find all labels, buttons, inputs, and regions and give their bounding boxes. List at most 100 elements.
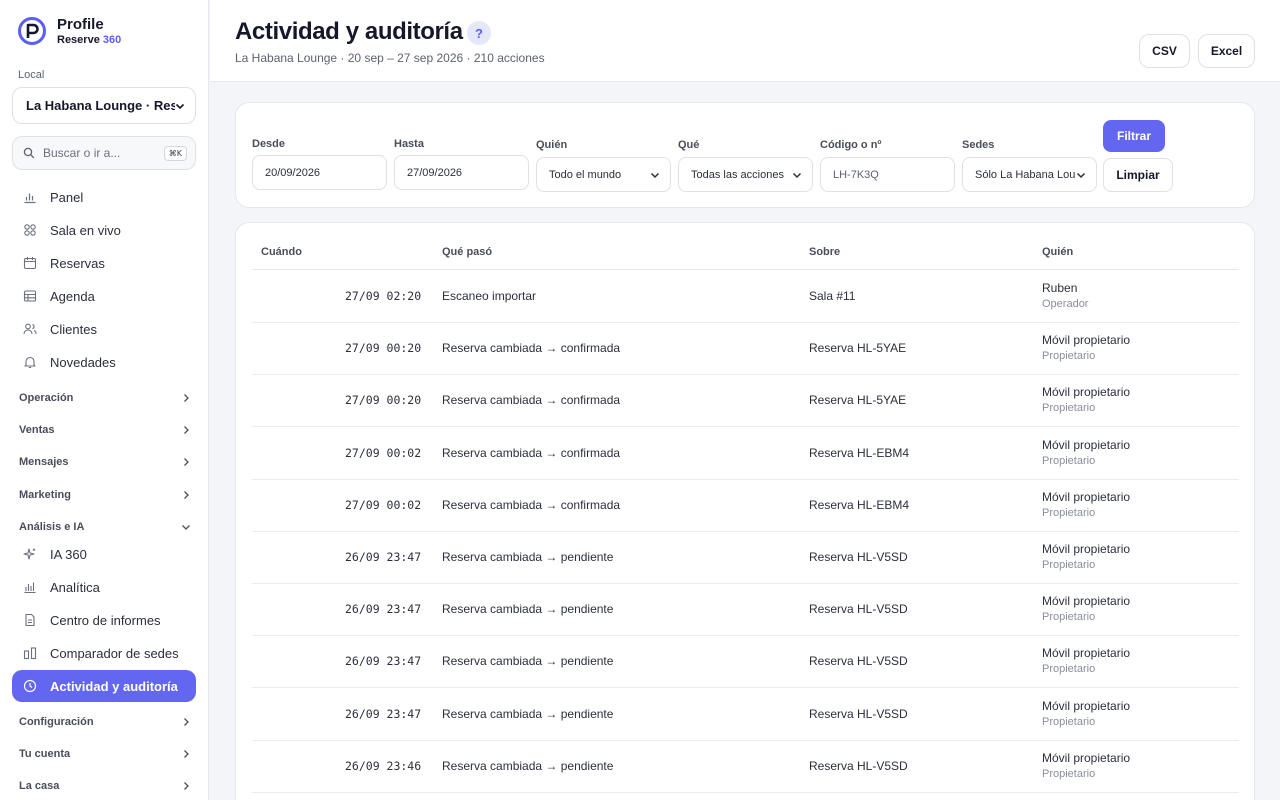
cell-who-role: Propietario <box>1042 611 1096 623</box>
sidebar-item-label: Analítica <box>50 579 100 595</box>
cell-when: 26/09 23:47 <box>345 707 422 721</box>
hasta-label: Hasta <box>394 138 424 150</box>
sidebar-item-panel[interactable]: Panel <box>12 181 196 213</box>
quien-label: Quién <box>536 139 568 151</box>
section-operacion[interactable]: Operación <box>19 388 191 408</box>
que-value: Todas las acciones <box>691 168 784 181</box>
section-marketing[interactable]: Marketing <box>19 485 191 505</box>
sidebar-item-sala-en-vivo[interactable]: Sala en vivo <box>12 214 196 246</box>
export-csv-button[interactable]: CSV <box>1139 34 1190 68</box>
column-header-quien[interactable]: Quién <box>1042 246 1073 258</box>
cell-who-role: Operador <box>1042 298 1089 310</box>
codigo-input[interactable]: LH-7K3Q <box>820 157 955 192</box>
page-header: Actividad y auditoría ? La Habana Lounge… <box>210 0 1280 82</box>
brand[interactable]: Profile Reserve 360 <box>17 16 121 46</box>
sidebar-item-agenda[interactable]: Agenda <box>12 280 196 312</box>
table-row[interactable]: 26/09 23:47 Reserva cambiada → pendiente R… <box>252 532 1239 584</box>
desde-date-input[interactable]: 20/09/2026 <box>252 155 387 190</box>
section-configuracion[interactable]: Configuración <box>19 712 191 732</box>
cell-when: 26/09 23:47 <box>345 602 422 616</box>
brand-name: Profile <box>57 15 104 33</box>
que-label: Qué <box>678 139 700 151</box>
cell-who-name: Ruben <box>1042 281 1078 295</box>
cell-who-role: Propietario <box>1042 455 1096 467</box>
sidebar-item-reservas[interactable]: Reservas <box>12 247 196 279</box>
chevron-right-icon <box>184 458 189 466</box>
section-ventas[interactable]: Ventas <box>19 420 191 440</box>
cell-when: 26/09 23:47 <box>345 550 422 564</box>
column-header-sobre[interactable]: Sobre <box>809 246 840 258</box>
section-label: Configuración <box>19 716 94 728</box>
cell-who-role: Propietario <box>1042 559 1096 571</box>
que-select[interactable]: Todas las acciones <box>678 157 813 192</box>
table-row[interactable]: 27/09 00:20 Reserva cambiada → confirmada… <box>252 375 1239 427</box>
chart-bar-icon <box>24 193 36 204</box>
limpiar-button[interactable]: Limpiar <box>1103 158 1173 192</box>
local-select[interactable]: La Habana Lounge · Rest <box>12 87 196 124</box>
sidebar-item-label: IA 360 <box>50 546 87 562</box>
export-excel-button[interactable]: Excel <box>1198 34 1255 68</box>
section-label: La casa <box>19 780 60 792</box>
table-row[interactable]: 26/09 23:47 Reserva cambiada → pendiente R… <box>252 636 1239 688</box>
help-button[interactable]: ? <box>467 21 491 45</box>
hasta-value: 27/09/2026 <box>407 166 463 179</box>
sidebar-item-ia-360[interactable]: IA 360 <box>12 538 196 570</box>
chevron-right-icon <box>184 718 189 726</box>
table-header: Cuándo Qué pasó Sobre Quién <box>252 241 1239 270</box>
table-row[interactable]: 27/09 00:02 Reserva cambiada → confirmada… <box>252 480 1239 532</box>
cell-about: Reserva HL-V5SD <box>809 654 908 668</box>
local-label: Local <box>18 69 45 81</box>
cell-when: 26/09 23:47 <box>345 654 422 668</box>
cell-what: Reserva cambiada → pendiente <box>442 707 614 721</box>
cell-who-role: Propietario <box>1042 507 1096 519</box>
table-row[interactable]: 27/09 02:20 Escaneo importar Sala #11 Ruben… <box>252 271 1239 323</box>
section-tu-cuenta[interactable]: Tu cuenta <box>19 744 191 764</box>
sidebar-item-label: Agenda <box>50 288 95 304</box>
sidebar-item-analitica[interactable]: Analítica <box>12 571 196 603</box>
sidebar-item-comparador-de-sedes[interactable]: Comparador de sedes <box>12 637 196 669</box>
search-input[interactable]: Buscar o ir a... ⌘K <box>12 136 196 170</box>
page-subtitle: La Habana Lounge · 20 sep – 27 sep 2026 … <box>235 51 545 65</box>
table-row[interactable]: 26/09 23:47 Reserva cambiada → pendiente R… <box>252 584 1239 636</box>
search-placeholder: Buscar o ir a... <box>43 146 121 160</box>
sedes-select[interactable]: Sólo La Habana Lounge <box>962 157 1097 192</box>
codigo-label: Código o nº <box>820 139 882 151</box>
hasta-date-input[interactable]: 27/09/2026 <box>394 155 529 190</box>
table-row[interactable]: 26/09 23:46 Reserva cambiada → pendiente R… <box>252 741 1239 793</box>
cell-when: 27/09 02:20 <box>345 289 422 303</box>
codigo-placeholder: LH-7K3Q <box>833 168 879 181</box>
quien-select[interactable]: Todo el mundo <box>536 157 671 192</box>
section-la-casa[interactable]: La casa <box>19 776 191 796</box>
cell-about: Reserva HL-5YAE <box>809 341 907 355</box>
section-analisis[interactable]: Análisis e IA <box>19 517 191 537</box>
column-header-cuando[interactable]: Cuándo <box>261 246 302 258</box>
cell-what: Reserva cambiada → pendiente <box>442 602 614 616</box>
cell-who-role: Propietario <box>1042 716 1096 728</box>
profile-logo-icon <box>18 17 46 45</box>
local-select-value: La Habana Lounge · Rest <box>26 98 175 113</box>
desde-value: 20/09/2026 <box>265 166 321 179</box>
sidebar-item-novedades[interactable]: Novedades <box>12 346 196 378</box>
sedes-label: Sedes <box>962 139 995 151</box>
brand-sub-accent: 360 <box>102 33 122 46</box>
sidebar-item-label: Panel <box>50 189 84 205</box>
column-header-que[interactable]: Qué pasó <box>442 246 492 258</box>
sidebar-item-centro-de-informes[interactable]: Centro de informes <box>12 604 196 636</box>
clock-icon <box>23 679 37 693</box>
grid-icon <box>24 224 36 236</box>
sidebar-item-clientes[interactable]: Clientes <box>12 313 196 345</box>
table-row[interactable]: 27/09 00:02 Reserva cambiada → confirmada… <box>252 428 1239 480</box>
filtrar-button[interactable]: Filtrar <box>1103 120 1165 152</box>
chevron-down-icon <box>1076 172 1086 178</box>
sidebar-item-actividad-y-auditoria[interactable]: Actividad y auditoría <box>12 670 196 702</box>
cell-what: Reserva cambiada → pendiente <box>442 654 614 668</box>
chevron-right-icon <box>184 491 189 499</box>
section-mensajes[interactable]: Mensajes <box>19 452 191 472</box>
table-row[interactable]: 27/09 00:20 Reserva cambiada → confirmada… <box>252 323 1239 375</box>
chevron-right-icon <box>184 750 189 758</box>
cell-when: 27/09 00:20 <box>345 393 422 407</box>
section-label: Análisis e IA <box>19 521 85 533</box>
table-row[interactable]: 26/09 23:47 Reserva cambiada → pendiente R… <box>252 689 1239 741</box>
cell-about: Reserva HL-V5SD <box>809 602 908 616</box>
activity-table: Cuándo Qué pasó Sobre Quién 27/09 02:20 E… <box>235 222 1255 800</box>
